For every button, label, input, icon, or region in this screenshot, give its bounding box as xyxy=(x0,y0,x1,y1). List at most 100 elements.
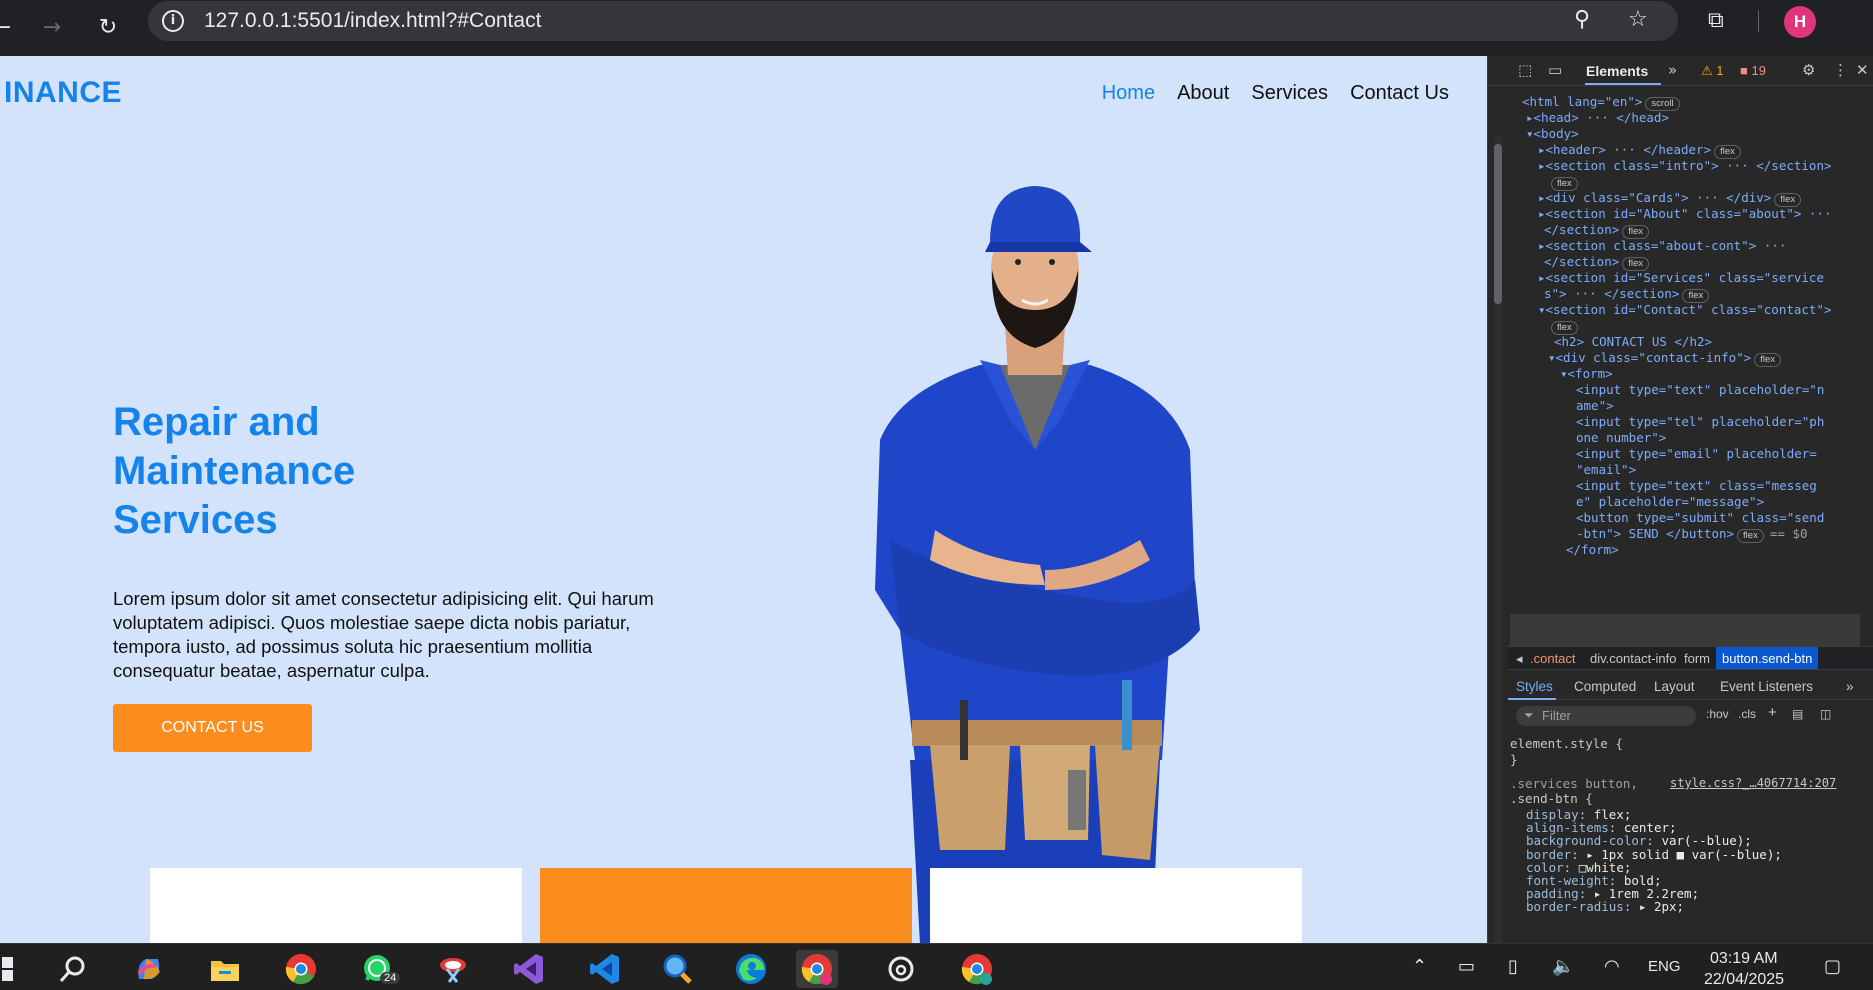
warning-icon: ⚠ xyxy=(1701,63,1713,78)
edge-icon[interactable] xyxy=(730,950,772,988)
error-count-text: 19 xyxy=(1751,63,1766,78)
bookmark-star-icon[interactable]: ☆ xyxy=(1628,7,1648,32)
dom-node-line[interactable]: ▾<section id="Contact" class="contact"> xyxy=(1538,300,1832,319)
site-nav: Home About Services Contact Us xyxy=(1102,82,1449,105)
file-explorer-icon[interactable] xyxy=(204,950,246,988)
more-subtabs-icon[interactable]: » xyxy=(1846,679,1854,694)
dom-node-text: ▸<head> ··· </head> xyxy=(1526,110,1669,125)
tab-event-listeners[interactable]: Event Listeners xyxy=(1720,679,1813,694)
nav-home[interactable]: Home xyxy=(1102,82,1155,105)
worker-image xyxy=(875,186,1200,943)
tab-computed[interactable]: Computed xyxy=(1574,679,1636,694)
close-icon[interactable]: ✕ xyxy=(1856,61,1869,79)
magnifier-icon[interactable] xyxy=(656,950,698,988)
dom-node-text: </section> xyxy=(1544,222,1620,237)
forward-icon[interactable]: → xyxy=(36,12,68,44)
whatsapp-icon[interactable]: 24 xyxy=(356,950,401,988)
dom-node-text: ▸<section class="about-cont"> ··· xyxy=(1538,238,1787,253)
dom-node-text: ▸<header> ··· </header> xyxy=(1538,142,1712,157)
show-hidden-icons[interactable]: ⌃ xyxy=(1412,956,1427,977)
error-count[interactable]: ■ 19 xyxy=(1740,63,1766,78)
dom-node-text: e" placeholder="message"> xyxy=(1576,494,1765,509)
nav-about[interactable]: About xyxy=(1177,82,1229,105)
wifi-icon[interactable]: ◠ xyxy=(1604,956,1620,977)
contact-us-button[interactable]: CONTACT US xyxy=(113,704,312,752)
style-source-link[interactable]: style.css?_…4067714:207 xyxy=(1670,776,1836,792)
windows-start-icon[interactable] xyxy=(0,950,22,988)
dom-badge[interactable]: flex xyxy=(1754,353,1781,367)
element-style-close: } xyxy=(1510,752,1518,767)
dom-node-text: ▸<section id="About" class="about"> ··· xyxy=(1538,206,1832,221)
copilot-icon[interactable] xyxy=(128,950,170,988)
dom-node-line[interactable]: ▸<section class="intro"> ··· </section> xyxy=(1538,156,1832,175)
element-style-rule: element.style { xyxy=(1510,736,1623,751)
chrome-profile-2-icon[interactable] xyxy=(956,950,998,988)
tab-styles[interactable]: Styles xyxy=(1516,679,1553,694)
warning-count[interactable]: ⚠ 1 xyxy=(1701,63,1724,79)
whatsapp-badge: 24 xyxy=(380,972,401,984)
css-property-name: border-radius xyxy=(1526,899,1624,915)
language-indicator[interactable]: ENG xyxy=(1648,958,1681,975)
taskbar: 24 ⌃ ▭ ▯ 🔈 ◠ ENG 03:19 AM 22/04/2025 ▢ xyxy=(0,943,1873,990)
clock-time[interactable]: 03:19 AM xyxy=(1710,950,1778,968)
dom-node-text: <input type="email" placeholder= xyxy=(1576,446,1817,461)
zoom-icon[interactable]: ⚲ xyxy=(1574,7,1590,32)
search-icon[interactable] xyxy=(52,950,94,988)
device-icon[interactable]: ▯ xyxy=(1508,956,1518,977)
more-tabs-icon[interactable]: » xyxy=(1668,61,1677,79)
dom-node-text: "email"> xyxy=(1576,462,1637,477)
vscode-icon[interactable] xyxy=(584,950,626,988)
error-icon: ■ xyxy=(1740,63,1748,78)
hero-title-line-3: Services xyxy=(113,498,278,542)
dom-badge[interactable]: flex xyxy=(1737,529,1764,543)
css-property-row[interactable]: border-radius: ▸ 2px; xyxy=(1526,899,1684,915)
settings-gear-icon[interactable]: ⚙ xyxy=(1802,61,1815,79)
reload-icon[interactable]: ↻ xyxy=(92,12,124,44)
chrome-profile-icon[interactable] xyxy=(796,950,838,988)
kebab-menu-icon[interactable]: ⋮ xyxy=(1833,61,1848,79)
crumb-form[interactable]: form xyxy=(1684,651,1710,666)
filter-icon: ⏷ xyxy=(1524,708,1534,722)
url-text[interactable]: 127.0.0.1:5501/index.html?#Contact xyxy=(204,9,541,33)
add-rule-icon[interactable]: + xyxy=(1768,704,1777,721)
rule-selector-1: .services button, xyxy=(1510,776,1638,791)
clock-date[interactable]: 22/04/2025 xyxy=(1704,971,1784,989)
threads-icon[interactable] xyxy=(880,950,922,988)
toggle-sidebar-icon[interactable]: ◫ xyxy=(1820,707,1831,721)
profile-avatar[interactable]: H xyxy=(1784,6,1816,38)
tab-layout[interactable]: Layout xyxy=(1654,679,1695,694)
extensions-icon[interactable]: ⧉ xyxy=(1708,8,1724,33)
volume-icon[interactable]: 🔈 xyxy=(1552,956,1574,977)
dom-node-text: <input type="text" placeholder="n xyxy=(1576,382,1825,397)
back-icon[interactable]: ← xyxy=(0,12,18,44)
nav-services[interactable]: Services xyxy=(1251,82,1328,105)
paint-icon[interactable]: ▤ xyxy=(1792,707,1803,721)
site-logo[interactable]: INANCE xyxy=(4,76,122,110)
visual-studio-icon[interactable] xyxy=(508,950,550,988)
subtab-underline xyxy=(1508,698,1556,700)
crumb-send-btn[interactable]: button.send-btn xyxy=(1716,647,1819,669)
tab-elements[interactable]: Elements xyxy=(1586,63,1648,79)
site-info-icon[interactable]: i xyxy=(162,10,184,32)
rule-selector-2: .send-btn { xyxy=(1510,791,1593,806)
dom-node-text: ▾<section id="Contact" class="contact"> xyxy=(1538,302,1832,317)
devtools-panel: ⬚ ▭ Elements » ⚠ 1 ■ 19 ⚙ ⋮ ✕ <html lang… xyxy=(1487,56,1873,990)
chrome-icon[interactable] xyxy=(280,950,322,988)
notifications-icon[interactable]: ▢ xyxy=(1824,956,1841,977)
styles-filter-input[interactable]: ⏷ Filter xyxy=(1516,706,1696,726)
snipping-tool-icon[interactable] xyxy=(432,950,474,988)
nav-contact[interactable]: Contact Us xyxy=(1350,82,1449,105)
device-toolbar-icon[interactable]: ▭ xyxy=(1548,61,1562,79)
service-card-2 xyxy=(540,868,912,943)
crumb-contact[interactable]: .contact xyxy=(1530,651,1576,666)
devtools-toolbar: ⬚ ▭ Elements » ⚠ 1 ■ 19 ⚙ ⋮ ✕ xyxy=(1488,56,1873,86)
dom-node-text: ▸<div class="Cards"> ··· </div> xyxy=(1538,190,1772,205)
hov-toggle[interactable]: :hov xyxy=(1706,707,1729,721)
inspect-icon[interactable]: ⬚ xyxy=(1518,61,1532,79)
dom-node-line[interactable]: </form> xyxy=(1566,540,1619,559)
crumb-contact-info[interactable]: div.contact-info xyxy=(1590,651,1676,666)
address-bar[interactable]: i 127.0.0.1:5501/index.html?#Contact ⚲ ☆ xyxy=(148,1,1678,41)
battery-saver-icon[interactable]: ▭ xyxy=(1458,956,1475,977)
cls-toggle[interactable]: .cls xyxy=(1738,707,1756,721)
crumb-scroll-left-icon[interactable]: ◂ xyxy=(1516,651,1523,667)
